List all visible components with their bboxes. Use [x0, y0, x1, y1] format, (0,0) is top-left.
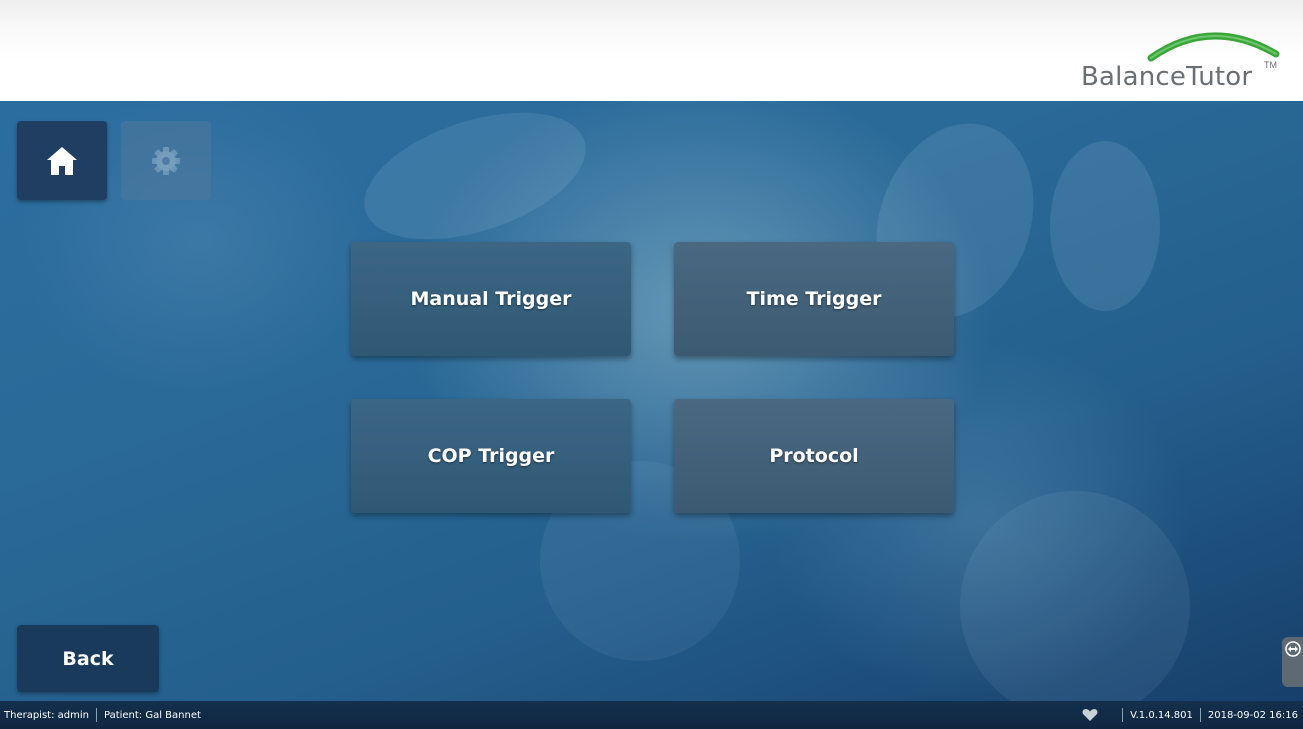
- status-left: Therapist: admin Patient: Gal Bannet: [4, 701, 201, 729]
- status-divider: [1199, 708, 1201, 722]
- app-screen: BalanceTutor TM Manual Trigger Time Trig…: [0, 0, 1303, 729]
- status-bar: Therapist: admin Patient: Gal Bannet V.1…: [0, 701, 1303, 729]
- side-panel-tab[interactable]: [1282, 637, 1303, 687]
- logo-text: BalanceTutor: [1081, 62, 1253, 92]
- bg-blob: [1050, 141, 1160, 311]
- manual-trigger-button[interactable]: Manual Trigger: [351, 242, 631, 356]
- heart-icon: [1082, 709, 1098, 721]
- bg-blob: [348, 101, 602, 264]
- patient-label: Patient: Gal Bannet: [103, 709, 201, 721]
- bg-blob: [960, 491, 1190, 701]
- gear-icon: [152, 146, 180, 175]
- logo-arc-icon: [1147, 32, 1280, 62]
- therapist-label: Therapist: admin: [4, 709, 89, 721]
- time-trigger-button[interactable]: Time Trigger: [674, 242, 954, 356]
- remote-connect-icon: [1284, 641, 1301, 657]
- cop-trigger-button[interactable]: COP Trigger: [351, 399, 631, 513]
- logo-trademark: TM: [1264, 60, 1277, 70]
- datetime-label: 2018-09-02 16:16: [1207, 709, 1298, 721]
- home-button[interactable]: [17, 121, 107, 200]
- settings-button[interactable]: [121, 121, 211, 200]
- status-right: V.1.0.14.801 2018-09-02 16:16: [1082, 701, 1298, 729]
- home-icon: [47, 146, 77, 175]
- header-bar: BalanceTutor TM: [0, 0, 1303, 101]
- balancetutor-logo: BalanceTutor TM: [1081, 24, 1281, 94]
- protocol-button[interactable]: Protocol: [674, 399, 954, 513]
- back-button[interactable]: Back: [17, 625, 159, 692]
- status-divider: [1122, 708, 1124, 722]
- status-divider: [95, 708, 97, 722]
- version-label: V.1.0.14.801: [1130, 709, 1193, 721]
